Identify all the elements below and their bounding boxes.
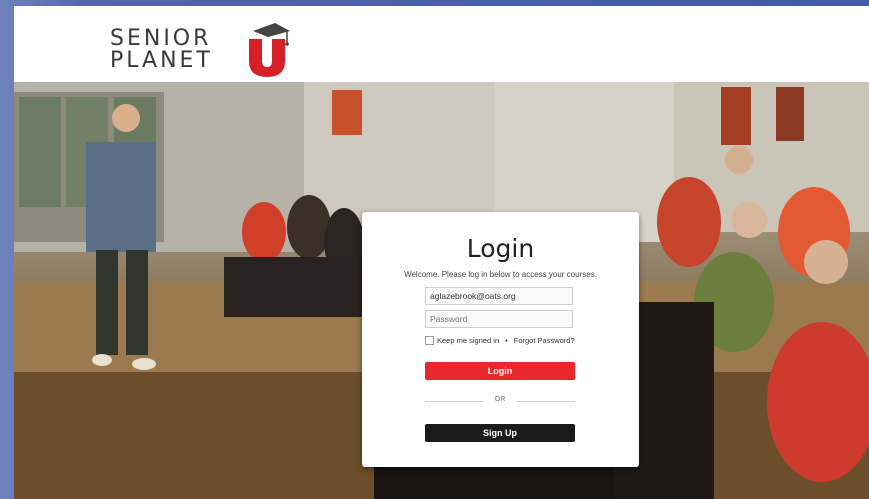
hero-background-photo: Login Welcome. Please log in below to ac… xyxy=(14,82,869,499)
divider-line-right xyxy=(517,401,575,402)
logo-line-1: SENIOR xyxy=(110,26,212,51)
site-header: SENIOR PLANET xyxy=(14,6,869,82)
graduation-cap-u-icon xyxy=(249,23,290,77)
page: SENIOR PLANET Login Welcome. Please log … xyxy=(14,6,869,499)
login-title: Login xyxy=(466,234,535,263)
keep-signed-in-checkbox[interactable] xyxy=(425,336,434,345)
logo-line-2: PLANET xyxy=(110,48,213,73)
forgot-password-link[interactable]: Forgot Password? xyxy=(514,336,575,345)
or-divider: OR xyxy=(425,396,575,406)
sign-up-button[interactable]: Sign Up xyxy=(425,424,575,442)
keep-signed-in-label[interactable]: Keep me signed in xyxy=(437,336,499,345)
senior-planet-u-logo[interactable]: SENIOR PLANET xyxy=(110,11,310,81)
password-field[interactable] xyxy=(425,310,573,328)
logo-wordmark: SENIOR PLANET xyxy=(110,28,213,72)
remember-row: Keep me signed in • Forgot Password? xyxy=(425,336,575,345)
email-field[interactable] xyxy=(425,287,573,305)
login-card: Login Welcome. Please log in below to ac… xyxy=(362,212,639,467)
login-button[interactable]: Login xyxy=(425,362,575,380)
welcome-text: Welcome. Please log in below to access y… xyxy=(404,270,597,279)
separator-bullet: • xyxy=(505,336,508,345)
